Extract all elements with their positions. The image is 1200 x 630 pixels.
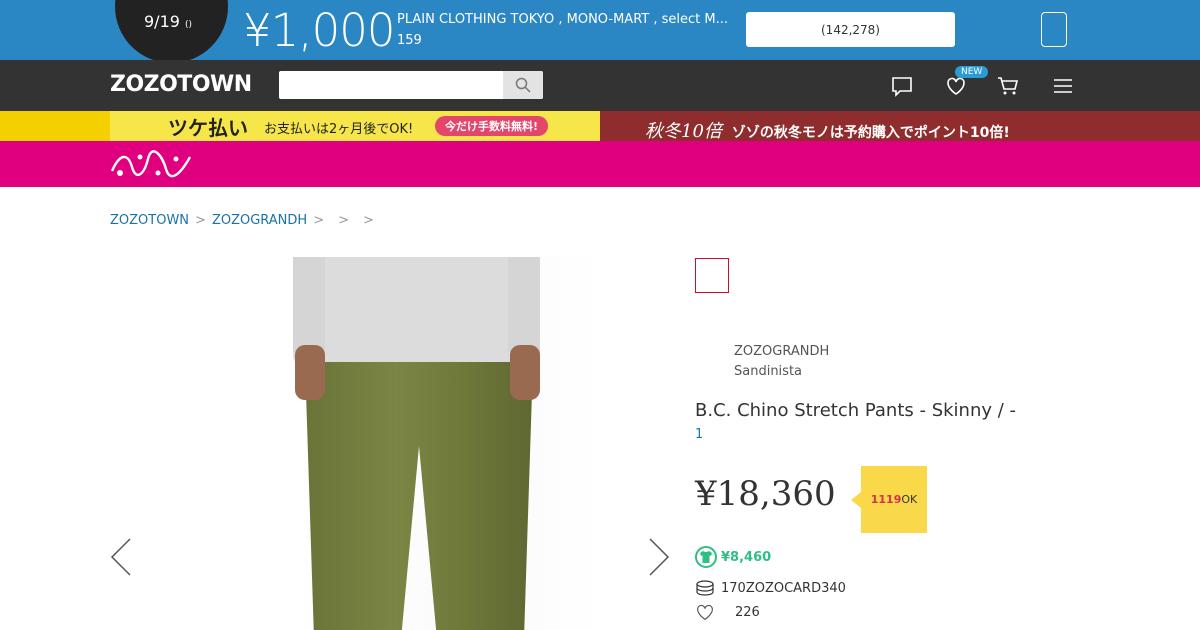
favorite-count-row[interactable]: 226 bbox=[695, 603, 760, 621]
coins-icon bbox=[696, 580, 714, 596]
banner-edge bbox=[0, 111, 110, 141]
banner-left-pill: 今だけ手数料無料! bbox=[435, 116, 549, 136]
search-button[interactable] bbox=[503, 71, 543, 99]
breadcrumb-separator: > bbox=[338, 213, 350, 228]
message-icon[interactable] bbox=[890, 74, 914, 98]
banner-left-title: ツケ払い bbox=[168, 116, 248, 140]
color-swatch[interactable] bbox=[695, 258, 729, 293]
breadcrumb: ZOZOTOWN > ZOZOGRANDH > > > bbox=[110, 213, 374, 228]
breadcrumb-item-brand[interactable]: ZOZOGRANDH bbox=[212, 213, 307, 228]
model-arm-left bbox=[293, 257, 325, 352]
model-shirt bbox=[293, 257, 540, 367]
used-price: ¥8,460 bbox=[721, 549, 772, 565]
breadcrumb-separator: > bbox=[313, 213, 325, 228]
model-hand-left bbox=[295, 345, 325, 400]
sub-brand-name[interactable]: Sandinista bbox=[734, 364, 802, 379]
breadcrumb-item-zozotown[interactable]: ZOZOTOWN bbox=[110, 213, 189, 228]
next-image-arrow-icon[interactable] bbox=[648, 537, 670, 577]
promo-coupon-button[interactable]: (142,278) bbox=[746, 12, 955, 47]
model-arm-right bbox=[508, 257, 540, 352]
banner-right-text: 秋冬10倍 ゾゾの秋冬モノは予約購入でポイント10倍! bbox=[645, 121, 1010, 142]
breadcrumb-separator: > bbox=[195, 213, 206, 228]
search-input[interactable] bbox=[279, 71, 503, 99]
product-image[interactable] bbox=[110, 257, 670, 630]
autumn-points-banner[interactable]: 秋冬10倍 ゾゾの秋冬モノは予約購入でポイント10倍! bbox=[600, 111, 1200, 142]
tsuke-barai-banner[interactable]: ツケ払い お支払いは2ヶ月後でOK! 今だけ手数料無料! bbox=[110, 111, 600, 141]
promo-close-button[interactable] bbox=[1041, 12, 1067, 47]
brand-logo-mark[interactable] bbox=[110, 149, 192, 179]
site-header: ZOZOTOWN NEW bbox=[0, 60, 1200, 111]
promo-banner[interactable]: 9/19 () ¥1,000 PLAIN CLOTHING TOKYO , MO… bbox=[0, 0, 1200, 60]
cart-icon[interactable] bbox=[996, 74, 1020, 98]
banner-left-text: お支払いは2ヶ月後でOK! bbox=[264, 122, 414, 137]
brand-name[interactable]: ZOZOGRANDH bbox=[734, 344, 829, 359]
site-logo[interactable]: ZOZOTOWN bbox=[110, 72, 252, 97]
promo-date: 9/19 () bbox=[144, 12, 193, 31]
model-hand-right bbox=[510, 345, 540, 400]
new-badge: NEW bbox=[955, 66, 989, 78]
review-link[interactable]: 1 bbox=[695, 427, 703, 442]
product-title: B.C. Chino Stretch Pants - Skinny / - bbox=[695, 400, 1017, 421]
badge-suffix: OK bbox=[901, 493, 918, 506]
menu-icon[interactable] bbox=[1051, 74, 1075, 98]
heart-icon[interactable] bbox=[695, 603, 715, 621]
breadcrumb-separator: > bbox=[363, 213, 374, 228]
promo-shops: PLAIN CLOTHING TOKYO , MONO-MART , selec… bbox=[397, 12, 728, 27]
prev-image-arrow-icon[interactable] bbox=[110, 537, 132, 577]
product-price: ¥18,360 bbox=[695, 474, 836, 514]
brand-bar bbox=[0, 141, 1200, 187]
zozocard-row[interactable]: 170ZOZOCARD340 bbox=[695, 580, 846, 596]
used-tshirt-icon bbox=[695, 546, 717, 568]
search-box[interactable] bbox=[279, 71, 543, 99]
used-price-row[interactable]: ¥8,460 bbox=[695, 546, 771, 568]
badge-number: 1119 bbox=[870, 493, 902, 506]
payment-badge: 1119 OK bbox=[851, 466, 927, 533]
favorite-count: 226 bbox=[735, 604, 760, 620]
zozocard-text: 170ZOZOCARD340 bbox=[721, 580, 846, 596]
promo-shop-count: 159 bbox=[397, 33, 422, 48]
search-icon bbox=[515, 77, 531, 93]
promo-amount: ¥1,000 bbox=[243, 4, 395, 57]
